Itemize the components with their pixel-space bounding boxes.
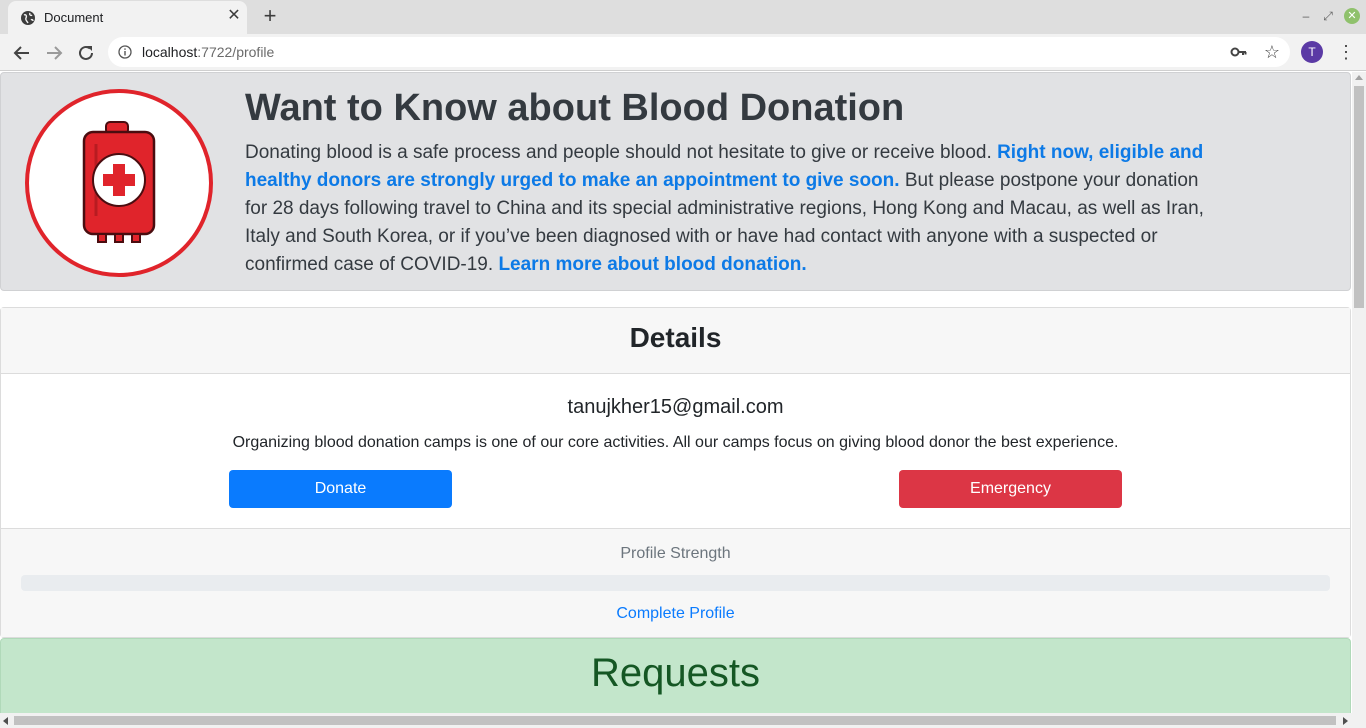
back-icon[interactable]	[10, 41, 34, 65]
address-bar[interactable]: localhost:7722/profile ☆	[108, 37, 1290, 67]
details-description: Organizing blood donation camps is one o…	[232, 434, 1119, 451]
vertical-scrollbar[interactable]	[1352, 72, 1366, 713]
window-close-icon[interactable]: ✕	[1344, 8, 1360, 24]
browser-tab[interactable]: Document ✕	[8, 1, 247, 34]
reload-icon[interactable]	[74, 41, 98, 65]
requests-title: Requests	[591, 651, 760, 695]
new-tab-button[interactable]: +	[259, 4, 281, 28]
details-header: Details	[1, 308, 1350, 374]
blood-bag-logo-icon	[25, 89, 213, 277]
restore-icon[interactable]: ⤢	[1320, 8, 1336, 24]
details-card: Details tanujkher15@gmail.com Organizing…	[0, 307, 1351, 638]
minimize-icon[interactable]: –	[1298, 8, 1314, 24]
profile-strength-progress	[21, 575, 1330, 591]
page-viewport: Want to Know about Blood Donation Donati…	[0, 72, 1352, 713]
key-icon[interactable]	[1230, 44, 1248, 60]
url-text: localhost:7722/profile	[142, 44, 275, 60]
details-footer: Profile Strength Complete Profile	[1, 528, 1350, 637]
tab-title: Document	[44, 10, 104, 25]
hero-text: Donating blood is a safe process and peo…	[245, 142, 1204, 275]
emergency-button[interactable]: Emergency	[899, 470, 1122, 508]
profile-strength-label: Profile Strength	[620, 545, 731, 562]
hero-banner: Want to Know about Blood Donation Donati…	[0, 72, 1351, 291]
browser-toolbar: localhost:7722/profile ☆ T ⋮	[0, 34, 1366, 71]
menu-dots-icon[interactable]: ⋮	[1337, 41, 1355, 63]
complete-profile-link[interactable]: Complete Profile	[1, 605, 1350, 623]
hero-title: Want to Know about Blood Donation	[245, 87, 905, 129]
info-icon[interactable]	[118, 45, 132, 59]
donate-button[interactable]: Donate	[229, 470, 452, 508]
profile-avatar[interactable]: T	[1301, 41, 1323, 63]
close-tab-icon[interactable]: ✕	[225, 7, 243, 25]
scroll-up-arrow-icon[interactable]	[1355, 75, 1363, 80]
vertical-scroll-thumb[interactable]	[1354, 86, 1364, 308]
horizontal-scroll-thumb[interactable]	[14, 716, 1336, 725]
details-title: Details	[629, 322, 722, 353]
bookmark-star-icon[interactable]: ☆	[1262, 42, 1282, 62]
scroll-left-arrow-icon[interactable]	[3, 717, 8, 725]
scroll-right-arrow-icon[interactable]	[1343, 717, 1348, 725]
user-email: tanujkher15@gmail.com	[567, 396, 784, 418]
forward-icon[interactable]	[42, 41, 66, 65]
requests-section: Requests	[0, 638, 1351, 713]
globe-icon	[21, 11, 35, 25]
learn-more-link[interactable]: Learn more about blood donation.	[498, 254, 806, 275]
browser-tabstrip: Document ✕ + – ⤢ ✕	[0, 0, 1366, 34]
horizontal-scrollbar[interactable]	[0, 713, 1366, 728]
